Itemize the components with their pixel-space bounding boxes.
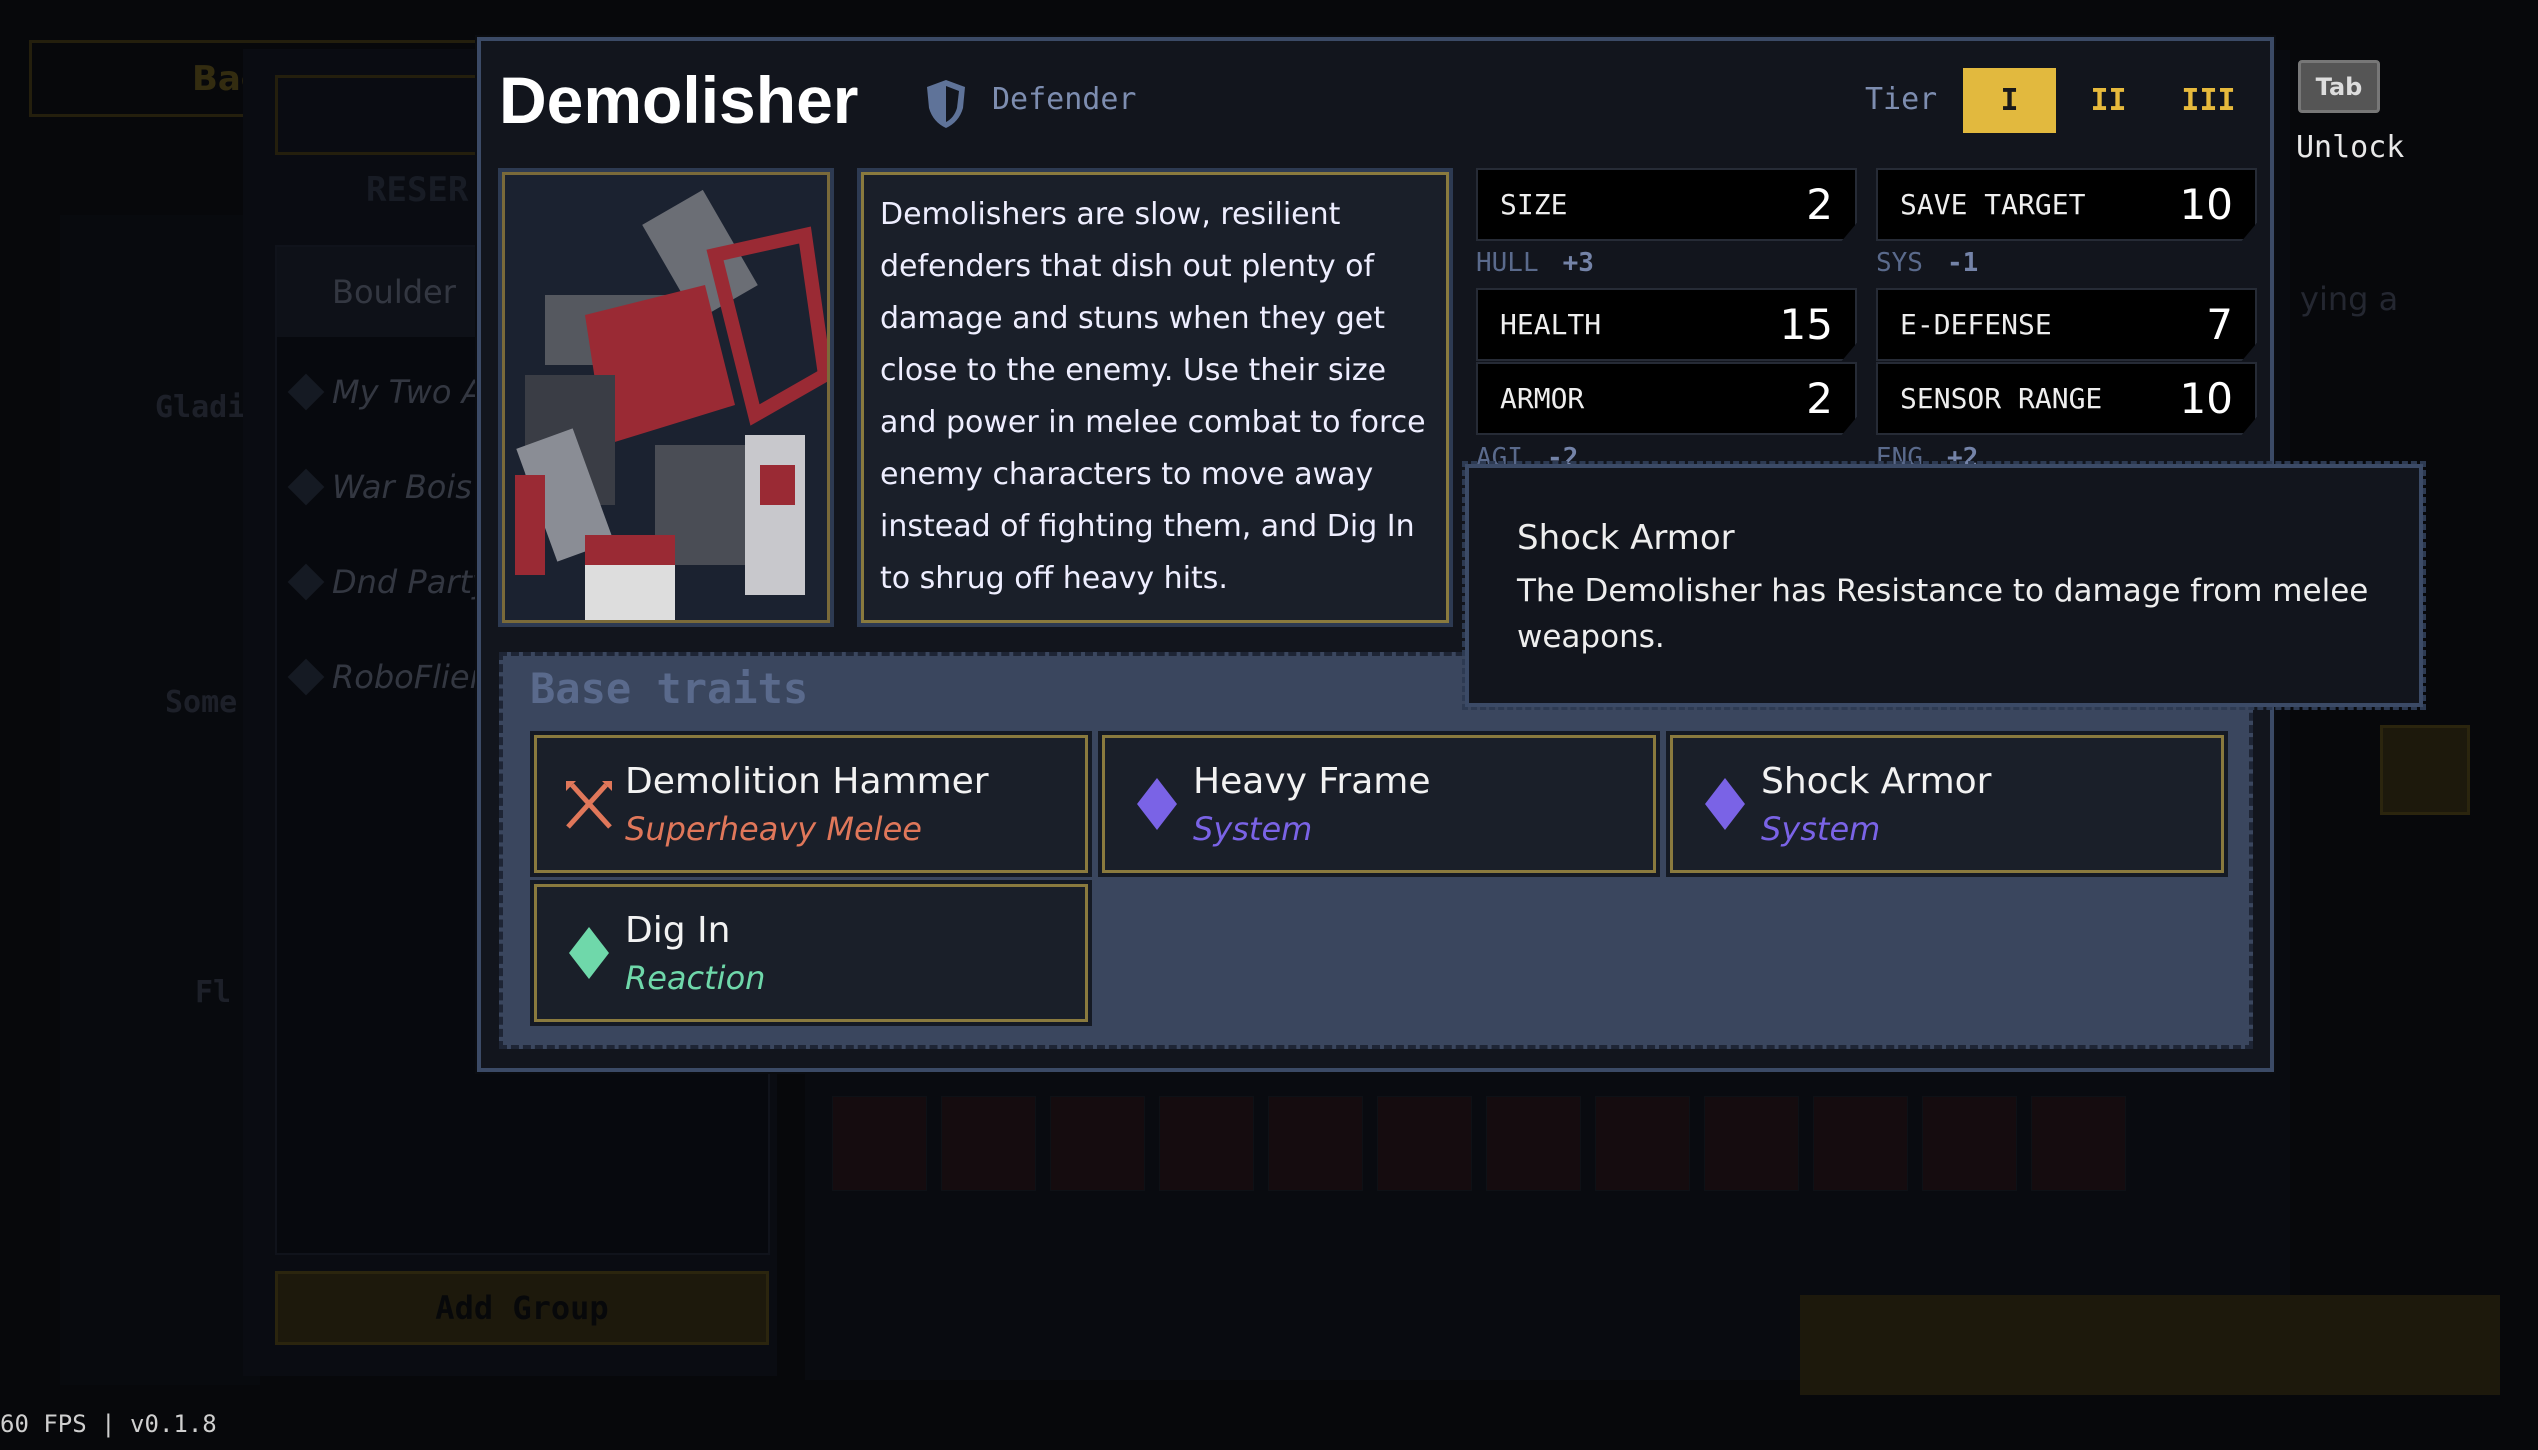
tier-1-button[interactable]: I [1963, 68, 2056, 133]
stat-value: 10 [2179, 374, 2233, 423]
unit-title: Demolisher [499, 63, 859, 137]
stat-value: 10 [2179, 180, 2233, 229]
trait-type: System [1761, 809, 1881, 848]
stat-value: 15 [1779, 300, 1833, 349]
trait-tooltip: Shock Armor The Demolisher has Resistanc… [1462, 461, 2426, 710]
attr-sys: SYS -1 [1876, 248, 1978, 278]
stat-size: SIZE 2 [1476, 168, 1857, 241]
unit-icon[interactable] [1704, 1096, 1799, 1191]
diamond-icon [553, 927, 625, 979]
group-name: Dnd Party [332, 563, 491, 601]
unit-icon[interactable] [1377, 1096, 1472, 1191]
unit-icon[interactable] [1813, 1096, 1908, 1191]
diamond-icon [287, 468, 325, 506]
stat-e-defense: E-DEFENSE 7 [1876, 288, 2257, 361]
stat-label: SENSOR RANGE [1900, 382, 2103, 415]
trait-type: Superheavy Melee [625, 809, 922, 848]
diamond-icon [287, 563, 325, 601]
add-group-button[interactable]: Add Group [275, 1271, 769, 1345]
trait-name: Demolition Hammer [625, 760, 989, 802]
trait-type: Reaction [625, 958, 766, 997]
trait-type: System [1193, 809, 1313, 848]
unit-icon[interactable] [1050, 1096, 1145, 1191]
add-group-label: Add Group [435, 1289, 609, 1327]
group-name: War Bois [332, 468, 472, 506]
tooltip-body: The Demolisher has Resistance to damage … [1517, 573, 2369, 655]
attr-value: +3 [1562, 248, 1594, 278]
unit-icon[interactable] [1486, 1096, 1581, 1191]
stat-armor: ARMOR 2 [1476, 362, 1857, 435]
unlock-label[interactable]: Unlock [2296, 130, 2404, 165]
continue-button[interactable] [1800, 1295, 2500, 1395]
attr-hull: HULL +3 [1476, 248, 1594, 278]
fps-counter: 60 FPS | v0.1.8 [0, 1410, 217, 1438]
trait-name: Dig In [625, 909, 731, 951]
unit-role: Defender [992, 82, 1137, 117]
tier-2-button[interactable]: II [2062, 68, 2155, 133]
unit-icon[interactable] [1159, 1096, 1254, 1191]
attr-value: -1 [1946, 248, 1979, 278]
group-name: My Two A [332, 373, 484, 411]
unit-icon[interactable] [941, 1096, 1036, 1191]
stat-save-target: SAVE TARGET 10 [1876, 168, 2257, 241]
trait-name: Shock Armor [1761, 760, 1992, 802]
mech-portrait-image [515, 189, 827, 620]
unit-description: Demolishers are slow, resilient defender… [857, 168, 1453, 627]
trait-name: Heavy Frame [1193, 760, 1431, 802]
unit-icon[interactable] [1268, 1096, 1363, 1191]
stat-label: SIZE [1500, 188, 1568, 221]
unit-icon-row [832, 1096, 2232, 1196]
stat-value: 2 [1806, 374, 1833, 423]
trait-card-dig-in[interactable]: Dig In Reaction [530, 880, 1092, 1026]
stat-sensor-range: SENSOR RANGE 10 [1876, 362, 2257, 435]
group-name: Boulder [332, 273, 456, 311]
diamond-icon [287, 373, 325, 411]
unit-card-column: Gladi Some Fl [60, 215, 260, 1385]
unit-portrait [498, 168, 834, 627]
unit-card[interactable]: Gladi [155, 390, 245, 425]
stat-label: SAVE TARGET [1900, 188, 2086, 221]
diamond-icon [1121, 778, 1193, 830]
unit-icon[interactable] [1922, 1096, 2017, 1191]
stat-value: 7 [2206, 300, 2233, 349]
reserves-heading: RESER [366, 170, 469, 210]
shield-icon [927, 80, 965, 128]
tooltip-title: Shock Armor [1517, 518, 1735, 558]
background-text: ying a [2300, 280, 2399, 318]
stat-value: 2 [1806, 180, 1833, 229]
stat-label: HEALTH [1500, 308, 1602, 341]
trait-card-heavy-frame[interactable]: Heavy Frame System [1098, 731, 1660, 877]
trait-card-shock-armor[interactable]: Shock Armor System [1666, 731, 2228, 877]
unit-icon[interactable] [832, 1096, 927, 1191]
unit-icon[interactable] [1595, 1096, 1690, 1191]
stat-label: ARMOR [1500, 382, 1585, 415]
base-traits-heading: Base traits [530, 664, 809, 713]
tab-key-hint: Tab [2298, 60, 2380, 113]
edit-icon[interactable] [2380, 725, 2470, 815]
stat-health: HEALTH 15 [1476, 288, 1857, 361]
attr-label: HULL [1476, 248, 1539, 278]
stat-label: E-DEFENSE [1900, 308, 2052, 341]
unit-icon[interactable] [2031, 1096, 2126, 1191]
group-name: RoboFliers [332, 658, 500, 696]
diamond-icon [287, 658, 325, 696]
unit-card[interactable]: Some [165, 685, 237, 720]
attr-label: SYS [1876, 248, 1923, 278]
trait-card-demolition-hammer[interactable]: Demolition Hammer Superheavy Melee [530, 731, 1092, 877]
tier-3-button[interactable]: III [2162, 68, 2255, 133]
crossed-weapons-icon [553, 777, 625, 831]
unit-card[interactable]: Fl [195, 975, 231, 1010]
tier-label: Tier [1865, 82, 1938, 117]
diamond-icon [1689, 778, 1761, 830]
